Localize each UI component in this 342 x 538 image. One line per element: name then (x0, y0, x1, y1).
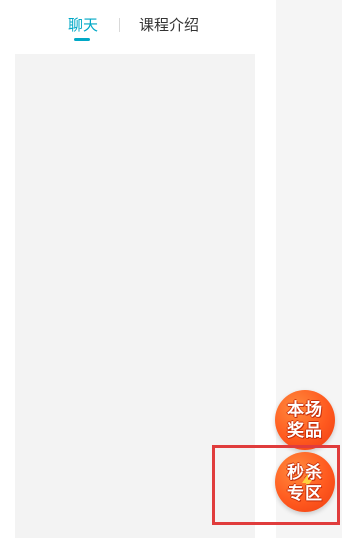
tab-divider (119, 18, 120, 32)
tab-course-intro[interactable]: 课程介绍 (139, 15, 199, 37)
active-tab-indicator (74, 38, 90, 41)
prize-label-line2: 奖品 (287, 421, 323, 440)
prize-button[interactable]: 本场 奖品 (275, 390, 335, 450)
prize-label-line1: 本场 (287, 400, 323, 419)
tab-chat[interactable]: 聊天 (68, 15, 98, 37)
highlight-box (212, 445, 340, 525)
tab-bar: 聊天 课程介绍 (0, 0, 276, 52)
